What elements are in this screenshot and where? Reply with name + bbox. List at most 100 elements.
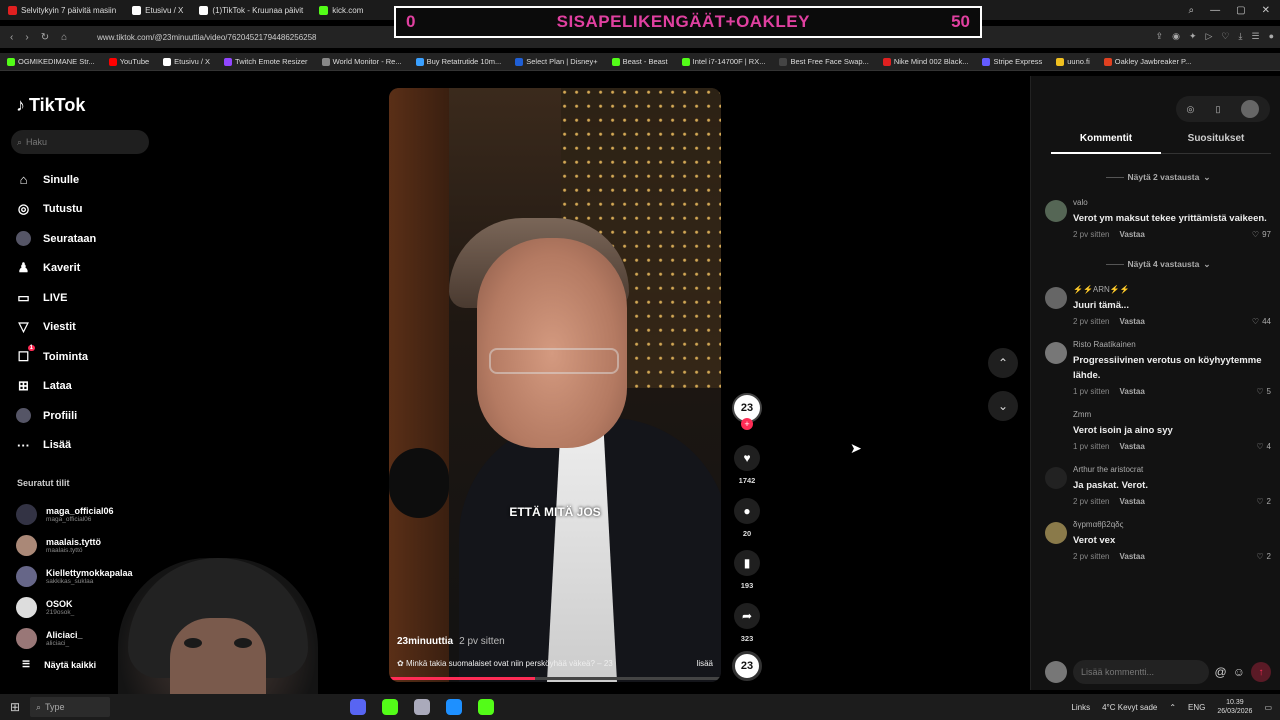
like-action[interactable]: ♥ 1742 — [732, 445, 762, 485]
sidebar-item-profiili[interactable]: Profiili — [16, 401, 196, 431]
heart-icon[interactable]: ♥ — [734, 445, 760, 471]
tab-recommendations[interactable]: Suositukset — [1161, 133, 1271, 154]
camera-icon[interactable]: ◉ — [1172, 31, 1180, 42]
following-account[interactable]: maalais.tyttö maalais.tyttö — [16, 530, 176, 561]
back-icon[interactable]: ‹ — [10, 32, 13, 43]
comment-user[interactable]: Arthur the aristocrat — [1073, 465, 1271, 474]
comment-user[interactable]: Risto Raatikainen — [1073, 340, 1271, 349]
show-replies-button[interactable]: Näytä 4 vastausta ⌄ — [1045, 253, 1271, 275]
share-arrow-icon[interactable]: ➦ — [734, 603, 760, 629]
coins-icon[interactable]: ◎ — [1187, 104, 1195, 115]
avatar[interactable] — [1045, 467, 1067, 489]
app-icon[interactable] — [414, 699, 430, 715]
minimize-button[interactable]: — — [1210, 5, 1220, 16]
avatar[interactable] — [1045, 412, 1067, 434]
send-icon[interactable]: ↑ — [1251, 662, 1271, 682]
language-indicator[interactable]: ENG — [1188, 703, 1205, 712]
search-icon[interactable]: ⌕ — [1189, 5, 1195, 16]
comment-like[interactable]: ♡ 4 — [1256, 442, 1271, 451]
follow-plus-button[interactable]: + — [741, 418, 753, 430]
comment-like[interactable]: ♡ 2 — [1256, 497, 1271, 506]
url-field[interactable]: www.tiktok.com/@23minuuttia/video/762045… — [97, 33, 316, 42]
forward-icon[interactable]: › — [25, 32, 28, 43]
bookmark-item[interactable]: Oakley Jawbreaker P... — [1097, 57, 1199, 66]
reply-button[interactable]: Vastaa — [1119, 317, 1144, 326]
next-video-button[interactable]: ⌄ — [988, 391, 1018, 421]
share-icon[interactable]: ⇪ — [1156, 31, 1164, 42]
sidebar-item-sinulle[interactable]: ⌂ Sinulle — [16, 165, 196, 195]
bookmark-item[interactable]: Nike Mind 002 Black... — [876, 57, 976, 66]
heart-icon[interactable]: ♡ — [1221, 31, 1229, 42]
comment-user[interactable]: Zmm — [1073, 410, 1271, 419]
bookmark-item[interactable]: Stripe Express — [975, 57, 1049, 66]
bookmark-item[interactable]: World Monitor - Re... — [315, 57, 409, 66]
sidebar-item-viestit[interactable]: ▽ Viestit — [16, 313, 196, 343]
kick-icon[interactable] — [478, 699, 494, 715]
home-browser-icon[interactable]: ⌂ — [61, 32, 67, 43]
bookmark-item[interactable]: Select Plan | Disney+ — [508, 57, 604, 66]
video-author[interactable]: 23minuuttia — [397, 636, 453, 647]
following-account[interactable]: maga_official06 maga_official06 — [16, 499, 176, 530]
bookmark-item[interactable]: uuno.fi — [1049, 57, 1097, 66]
bookmark-item[interactable]: Buy Retatrutide 10m... — [409, 57, 509, 66]
bookmark-item[interactable]: YouTube — [102, 57, 156, 66]
bookmark-icon[interactable]: ▮ — [734, 550, 760, 576]
bookmark-item[interactable]: Best Free Face Swap... — [772, 57, 875, 66]
avatar[interactable] — [1045, 200, 1067, 222]
discord-icon[interactable] — [350, 699, 366, 715]
user-avatar[interactable] — [1241, 100, 1260, 118]
show-all-button[interactable]: ☰ Näytä kaikki — [22, 659, 96, 670]
comment-user[interactable]: δγpmαθβ2qδς — [1073, 520, 1271, 529]
sidebar-item-toiminta[interactable]: ☐ 1 Toiminta — [16, 342, 196, 372]
chevron-up-icon[interactable]: ⌃ — [1169, 703, 1176, 712]
comment-like[interactable]: ♡ 5 — [1256, 387, 1271, 396]
search-input[interactable]: Haku — [26, 137, 47, 147]
avatar[interactable] — [1045, 287, 1067, 309]
reply-button[interactable]: Vastaa — [1119, 230, 1144, 239]
avatar[interactable] — [1045, 522, 1067, 544]
mention-icon[interactable]: @ — [1215, 665, 1227, 679]
comment-like[interactable]: ♡ 44 — [1252, 317, 1271, 326]
previous-video-button[interactable]: ⌃ — [988, 348, 1018, 378]
sidebar-item-kaverit[interactable]: ♟ Kaverit — [16, 254, 196, 284]
windows-start-icon[interactable]: ⊞ — [0, 700, 30, 714]
comment-user[interactable]: ⚡⚡ARN⚡⚡ — [1073, 285, 1271, 294]
comment-icon[interactable]: ● — [734, 498, 760, 524]
reply-button[interactable]: Vastaa — [1119, 552, 1144, 561]
download-icon[interactable]: ⤓ — [1239, 31, 1243, 42]
browser-tab[interactable]: Etusivu / X — [124, 0, 191, 20]
comment-user[interactable]: valo — [1073, 198, 1271, 207]
maximize-button[interactable]: ▢ — [1236, 5, 1245, 16]
reply-button[interactable]: Vastaa — [1119, 442, 1144, 451]
comment-like[interactable]: ♡ 97 — [1252, 230, 1271, 239]
bookmark-item[interactable]: Beast - Beast — [605, 57, 675, 66]
tiktok-logo[interactable]: ♪ TikTok — [16, 95, 85, 116]
profile-browser-icon[interactable]: ● — [1269, 31, 1274, 42]
edge-icon[interactable] — [446, 699, 462, 715]
save-action[interactable]: ▮ 193 — [732, 550, 762, 590]
clock[interactable]: 10.39 26/03/2026 — [1217, 698, 1252, 716]
sound-avatar[interactable]: 23 — [732, 651, 762, 681]
sidebar-item-lataa[interactable]: ⊞ Lataa — [16, 372, 196, 402]
reply-button[interactable]: Vastaa — [1119, 497, 1144, 506]
search-box[interactable]: ⌕ Haku — [11, 130, 149, 154]
comment-like[interactable]: ♡ 2 — [1256, 552, 1271, 561]
avatar[interactable] — [1045, 342, 1067, 364]
video-player[interactable]: ETTÄ MITÄ JOS 23minuuttia 2 pv sitten ✿ … — [389, 88, 721, 682]
bookmark-item[interactable]: Etusivu / X — [156, 57, 217, 66]
links-toolbar[interactable]: Links — [1071, 703, 1090, 712]
bookmark-item[interactable]: Intel i7-14700F | RX... — [675, 57, 773, 66]
bookmark-item[interactable]: Twitch Emote Resizer — [217, 57, 315, 66]
browser-tab[interactable]: kick.com — [311, 0, 371, 20]
bookmark-item[interactable]: OGMIKEDIMANE Str... — [0, 57, 102, 66]
weather-widget[interactable]: 4°C Kevyt sade — [1102, 703, 1157, 712]
share-action[interactable]: ➦ 323 — [732, 603, 762, 643]
comment-input[interactable] — [1073, 660, 1209, 684]
more-link[interactable]: lisää — [697, 659, 713, 668]
app-icon[interactable] — [382, 699, 398, 715]
tab-comments[interactable]: Kommentit — [1051, 133, 1161, 154]
browser-tab[interactable]: (1)TikTok - Kruunaa päivit — [191, 0, 311, 20]
sidebar-item-tutustu[interactable]: ◎ Tutustu — [16, 195, 196, 225]
device-icon[interactable]: ▯ — [1215, 104, 1220, 115]
play-icon[interactable]: ▷ — [1206, 31, 1213, 42]
